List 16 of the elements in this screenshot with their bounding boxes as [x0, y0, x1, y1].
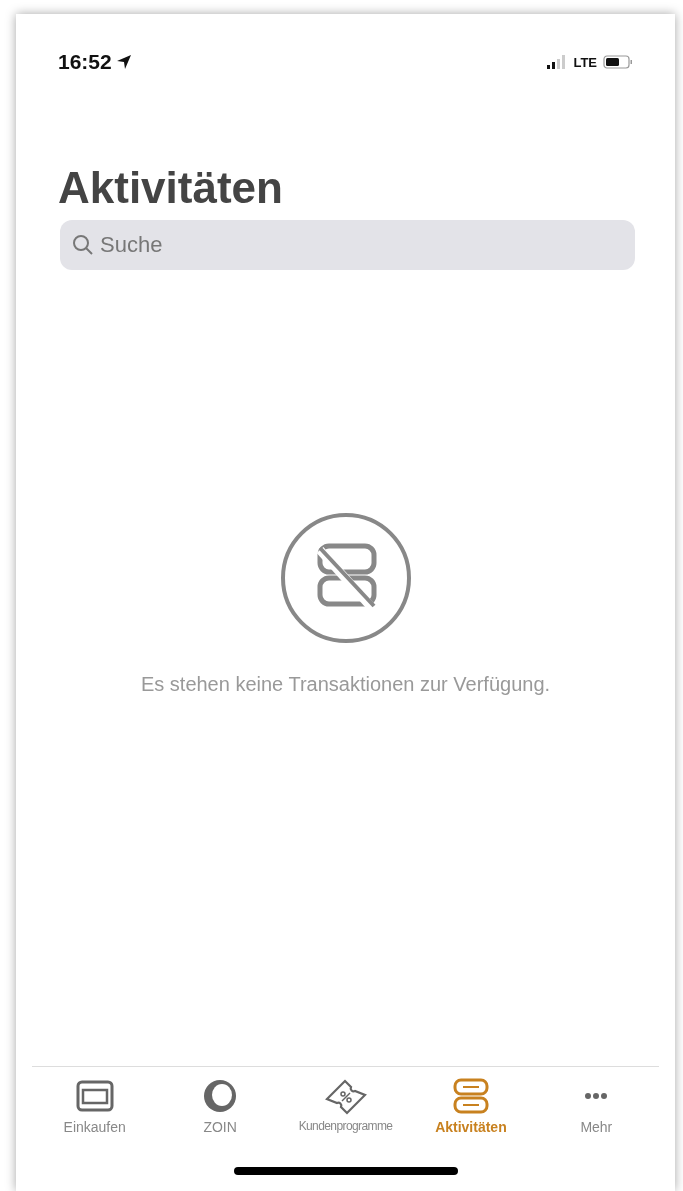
tab[interactable]: Aktivitäten [408, 1077, 534, 1135]
search-field[interactable]: Suche [60, 220, 635, 270]
tab[interactable]: Mehr [533, 1077, 660, 1135]
more-icon [585, 1093, 608, 1099]
home-indicator[interactable] [233, 1167, 458, 1175]
tab[interactable]: Einkaufen [32, 1077, 158, 1135]
empty-message: Es stehen keine Transaktionen zur Verfügung. [139, 672, 552, 697]
no-transactions-icon [279, 512, 412, 644]
clock: 16:52 [58, 50, 112, 74]
network-label: LTE [573, 54, 597, 70]
page-title: Aktivitäten [58, 162, 284, 214]
signal-icon [547, 55, 568, 69]
tab[interactable]: ZOIN [157, 1077, 283, 1135]
location-arrow-icon [115, 54, 132, 70]
tab[interactable]: Kundenprogramme [282, 1077, 409, 1135]
battery-icon [603, 55, 633, 69]
